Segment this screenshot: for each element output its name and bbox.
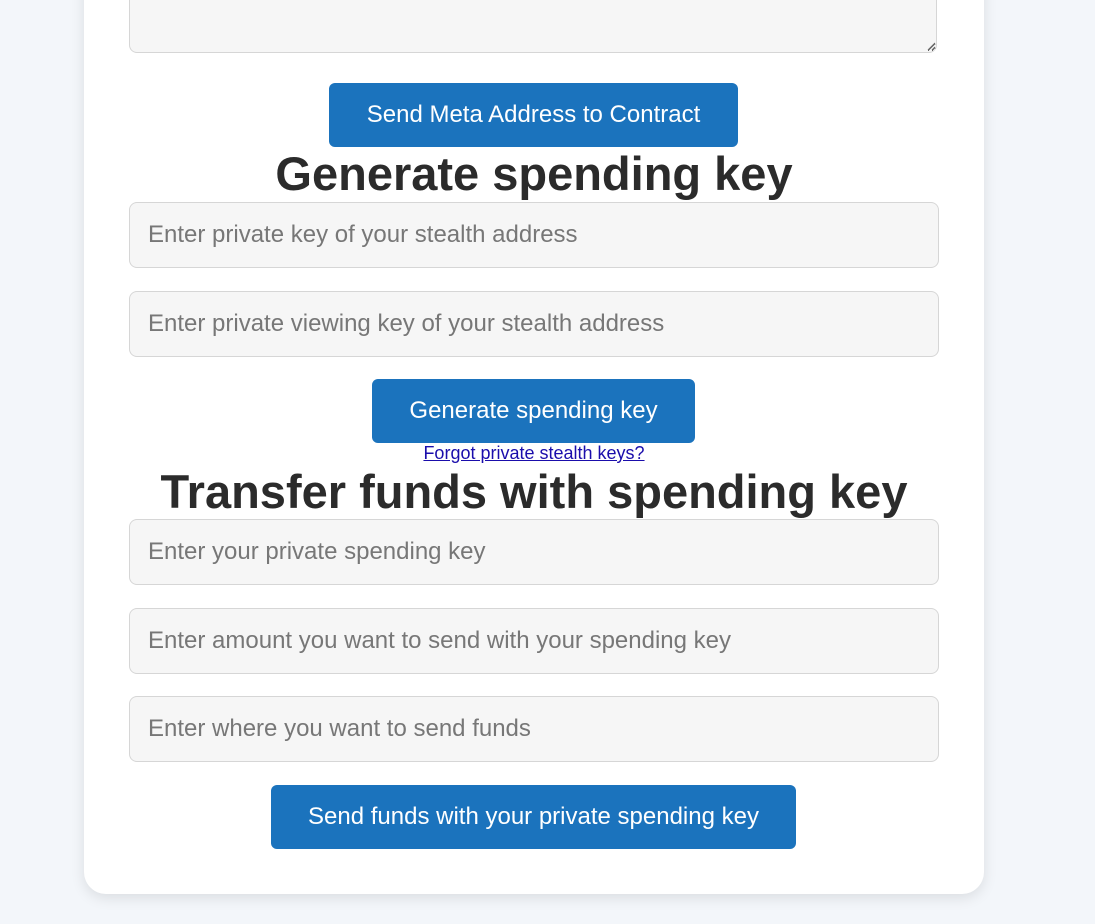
- send-funds-button[interactable]: Send funds with your private spending ke…: [271, 785, 796, 849]
- amount-input[interactable]: [129, 608, 939, 674]
- resize-grip-icon[interactable]: [926, 41, 936, 51]
- recipient-address-input[interactable]: [129, 696, 939, 762]
- generate-spending-key-button[interactable]: Generate spending key: [372, 379, 695, 443]
- stealth-viewing-key-input[interactable]: [129, 291, 939, 357]
- meta-address-textarea[interactable]: [129, 0, 937, 53]
- forgot-keys-link[interactable]: Forgot private stealth keys?: [84, 443, 984, 464]
- private-spending-key-input[interactable]: [129, 519, 939, 585]
- generate-spending-key-title: Generate spending key: [275, 147, 793, 200]
- send-meta-address-button[interactable]: Send Meta Address to Contract: [329, 83, 738, 147]
- stealth-private-key-input[interactable]: [129, 202, 939, 268]
- transfer-funds-title: Transfer funds with spending key: [160, 465, 908, 518]
